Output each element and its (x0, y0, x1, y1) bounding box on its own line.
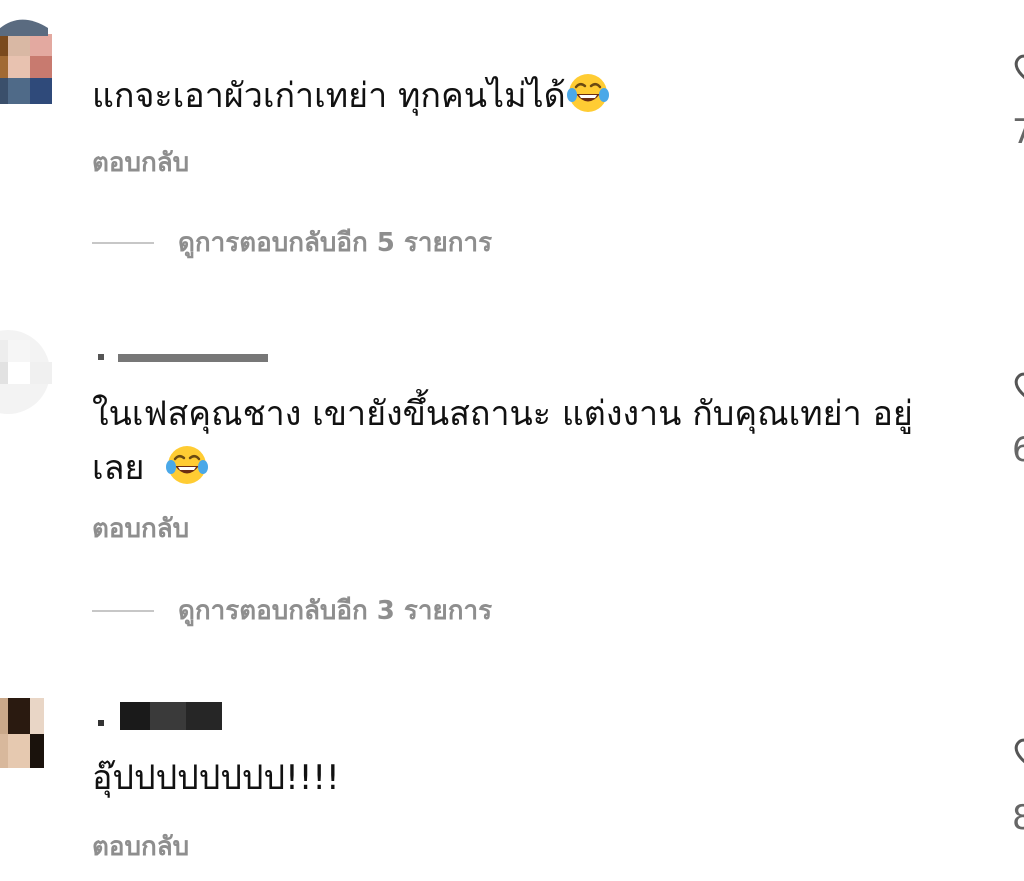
avatar[interactable] (0, 14, 52, 104)
reply-button[interactable]: ตอบกลับ (92, 826, 189, 867)
reply-button[interactable]: ตอบกลับ (92, 508, 189, 549)
like-count: 7 (1012, 112, 1024, 152)
like-count: 8 (1012, 798, 1024, 838)
comment-text: แกจะเอาผัวเก่าเทย่า ทุกคนไม่ได้ (92, 70, 610, 122)
comment-body-line-2: เลย (92, 442, 913, 494)
like-count: 6 (1012, 430, 1024, 470)
comment-text: อุ๊ปปปปปปปป!!!! (92, 752, 340, 804)
avatar-image (0, 14, 52, 104)
comment-body: อุ๊ปปปปปปปป!!!! (92, 758, 340, 798)
username-redacted (92, 348, 272, 368)
heart-icon[interactable] (1010, 48, 1024, 88)
redacted-username-image (98, 702, 222, 730)
divider-line (92, 609, 154, 612)
avatar[interactable] (0, 326, 52, 416)
redacted-username-image (98, 354, 268, 362)
view-replies-button[interactable]: ดูการตอบกลับอีก 3 รายการ (92, 590, 492, 631)
avatar[interactable] (0, 694, 52, 784)
comment-text: ในเฟสคุณชาง เขายังขึ้นสถานะ แต่งงาน กับค… (92, 388, 913, 494)
heart-icon[interactable] (1010, 732, 1024, 772)
view-replies-label: ดูการตอบกลับอีก 5 รายการ (178, 228, 493, 258)
view-replies-label: ดูการตอบกลับอีก 3 รายการ (178, 596, 493, 626)
avatar-image (0, 330, 52, 414)
comment-body-line-1: ในเฟสคุณชาง เขายังขึ้นสถานะ แต่งงาน กับค… (92, 394, 913, 434)
reply-button[interactable]: ตอบกลับ (92, 142, 189, 183)
avatar-image (0, 694, 52, 784)
username-redacted (92, 700, 272, 732)
comment-body: แกจะเอาผัวเก่าเทย่า ทุกคนไม่ได้ (92, 76, 566, 116)
comment-body-line-2-text: เลย (92, 448, 145, 488)
divider-line (92, 241, 154, 244)
face-with-tears-of-joy-icon (566, 74, 609, 112)
face-with-tears-of-joy-icon (166, 446, 209, 484)
view-replies-button[interactable]: ดูการตอบกลับอีก 5 รายการ (92, 222, 492, 263)
heart-icon[interactable] (1010, 366, 1024, 406)
